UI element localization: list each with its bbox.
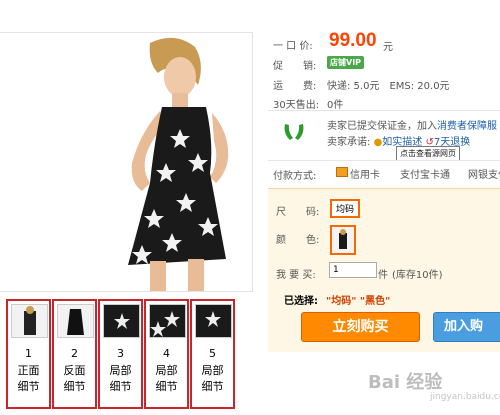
thumbnail-label: 局部 细节 bbox=[109, 364, 132, 393]
price-value: 99.00 bbox=[329, 30, 377, 51]
size-option-onesize[interactable]: 均码 bbox=[330, 199, 361, 218]
size-label: 尺 码: bbox=[276, 207, 320, 218]
price-unit: 元 bbox=[383, 42, 393, 53]
view-source-tooltip: 点击查看源网页 bbox=[396, 146, 460, 161]
promo-label: 促 销: bbox=[273, 61, 317, 72]
price-label: 一 口 价: bbox=[273, 41, 313, 52]
payment-method-credit-card[interactable]: 信用卡 bbox=[350, 166, 380, 181]
divider bbox=[268, 160, 500, 161]
quantity-input[interactable] bbox=[329, 262, 377, 278]
quantity-unit: 件 bbox=[378, 270, 388, 281]
thumbnail-number: 4 bbox=[163, 347, 170, 360]
shipping-text: 快递: 5.0元 EMS: 20.0元 bbox=[327, 81, 450, 92]
thumbnail-5[interactable]: 5 局部 细节 bbox=[190, 299, 235, 409]
thumbnail-label: 反面 细节 bbox=[63, 364, 86, 393]
thumbnail-number: 2 bbox=[71, 347, 78, 360]
thumbnail-strip: 1 正面 细节 2 反面 细节 3 局部 细节 4 局部 细节 5 局部 细节 bbox=[6, 299, 235, 409]
shipping-label: 运 费: bbox=[273, 81, 317, 92]
thumbnail-3[interactable]: 3 局部 细节 bbox=[98, 299, 143, 409]
thumbnail-image bbox=[149, 304, 186, 338]
thumbnail-image bbox=[195, 304, 232, 338]
thumbnail-label: 局部 细节 bbox=[201, 364, 224, 393]
color-label: 颜 色: bbox=[276, 235, 320, 246]
payment-label: 付款方式: bbox=[273, 171, 317, 182]
add-to-cart-button[interactable]: 加入购 bbox=[433, 312, 500, 342]
credit-card-icon bbox=[336, 167, 348, 177]
stock-text: (库存10件) bbox=[392, 270, 443, 281]
model-in-star-dress-image bbox=[0, 33, 252, 291]
sold-value: 0件 bbox=[327, 100, 344, 111]
thumbnail-number: 3 bbox=[117, 347, 124, 360]
thumbnail-label: 正面 细节 bbox=[17, 364, 40, 393]
selected-value: "均码" "黑色" bbox=[326, 296, 391, 307]
baidu-jingyan-watermark: Bai 经验 bbox=[368, 372, 443, 393]
divider bbox=[268, 110, 500, 111]
thumbnail-label: 局部 细节 bbox=[155, 364, 178, 393]
consumer-protection-link[interactable]: 消费者保障服 bbox=[437, 121, 497, 132]
vip-badge: 店铺VIP bbox=[327, 56, 365, 69]
thumbnail-image bbox=[57, 304, 94, 338]
guarantee-hands-icon bbox=[282, 120, 306, 142]
thumbnail-number: 1 bbox=[25, 347, 32, 360]
thumbnail-number: 5 bbox=[209, 347, 216, 360]
sold-label: 30天售出: bbox=[273, 100, 320, 111]
quantity-label: 我 要 买: bbox=[276, 270, 316, 281]
thumbnail-4[interactable]: 4 局部 细节 bbox=[144, 299, 189, 409]
selected-label: 已选择: bbox=[284, 296, 318, 307]
watermark-url: jingyan.baidu.com bbox=[430, 392, 500, 402]
color-option-black[interactable] bbox=[330, 225, 356, 255]
as-described-icon: ● bbox=[373, 137, 383, 148]
guarantee-line: 卖家已提交保证金，加入消费者保障服 bbox=[327, 121, 497, 132]
thumbnail-2[interactable]: 2 反面 细节 bbox=[52, 299, 97, 409]
thumbnail-image bbox=[103, 304, 140, 338]
payment-method-alipay-card[interactable]: 支付宝卡通 bbox=[400, 166, 450, 181]
thumbnail-1[interactable]: 1 正面 细节 bbox=[6, 299, 51, 409]
product-main-image[interactable] bbox=[0, 32, 253, 292]
thumbnail-image bbox=[11, 304, 48, 338]
payment-method-online-bank[interactable]: 网银支付 bbox=[468, 166, 500, 181]
buy-now-button[interactable]: 立刻购买 bbox=[301, 312, 420, 342]
